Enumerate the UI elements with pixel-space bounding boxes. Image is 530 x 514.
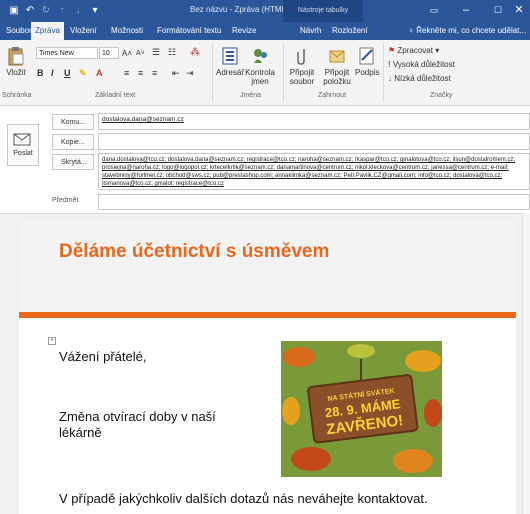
tab-design[interactable]: Návrh [296,22,325,40]
bcc-field[interactable]: dana.dostalova@tco.cz; dostalova.dana@se… [98,153,530,190]
check-names-button[interactable]: Kontrola jmen [245,46,275,86]
tell-me-search[interactable]: ♀ Řekněte mi, co chcete udělat... [408,22,526,40]
paste-button[interactable]: Vložit [2,46,30,77]
table-move-handle[interactable]: + [48,337,56,345]
tab-insert[interactable]: Vložení [66,22,101,40]
attach-item-button[interactable]: Připojit položku [320,46,354,86]
flag-icon: ⚑ [388,46,398,55]
signature-button[interactable]: Podpis [355,46,379,77]
down-arrow-icon[interactable]: ↓ [72,4,84,18]
group-divider [212,44,213,102]
group-divider [283,44,284,102]
table-tools-context: Nástroje tabulky [283,0,363,22]
change-hours-text: Změna otvírací doby v naší lékárně [59,409,216,440]
paperclip-icon [297,49,305,65]
ribbon-tabs: Soubor Zpráva Vložení Možnosti Formátová… [0,22,530,40]
message-body[interactable]: Děláme účetnictví s úsměvem + Vážení přá… [0,213,530,514]
closed-holiday-image: NA STÁTNÍ SVÁTEK 28. 9. MÁME ZAVŘENO! [281,341,442,477]
minimize-button[interactable]: – [450,0,482,22]
send-button[interactable]: Poslat [7,124,39,166]
newsletter-headline: Děláme účetnictví s úsměvem [59,241,330,262]
align-left-icon[interactable]: ≡ [124,68,129,78]
customize-qat-icon[interactable]: ▾ [90,4,100,18]
tab-format-text[interactable]: Formátování textu [153,22,225,40]
address-book-button[interactable]: Adresář [215,46,245,77]
bcc-button[interactable]: Skrytá... [52,154,94,170]
close-button[interactable]: ✕ [508,0,530,22]
send-envelope-icon [13,133,31,146]
group-label-include: Zahrnout [318,92,347,99]
cc-field[interactable] [98,133,530,150]
undo-icon[interactable]: ↶ [24,4,36,18]
bold-button[interactable]: B [37,68,44,78]
align-right-icon[interactable]: ≡ [152,68,157,78]
tab-review[interactable]: Revize [228,22,260,40]
tab-layout[interactable]: Rozložení [328,22,372,40]
tab-message[interactable]: Zpráva [31,22,64,40]
contact-text: V případě jakýchkoliv dalších dotazů nás… [59,491,428,506]
clear-format-icon[interactable]: ⁂ [190,48,200,58]
font-name-select[interactable]: Times New [36,47,98,59]
group-label-basic-text: Základní text [95,92,136,99]
accent-stripe [19,312,516,318]
redo-icon[interactable]: ↻ [40,4,52,18]
font-size-select[interactable]: 10 [99,47,119,59]
bullets-icon[interactable]: ☰ [152,48,160,57]
attach-file-button[interactable]: Připojit soubor [286,46,318,86]
high-importance-button[interactable]: ! Vysoká důležitost [388,60,455,69]
subject-input[interactable] [98,194,530,210]
address-book-icon [222,47,238,65]
to-field[interactable]: dostalova.dana@seznam.cz [98,113,530,130]
grow-font-icon[interactable]: A˄ [122,49,132,58]
low-importance-button[interactable]: ↓ Nízká důležitost [388,74,451,83]
save-icon[interactable]: ▣ [8,4,20,18]
check-names-icon [254,49,267,63]
body-scrollbar[interactable] [522,213,530,514]
tab-options[interactable]: Možnosti [107,22,147,40]
underline-button[interactable]: U [64,68,71,78]
newsletter-header: Děláme účetnictví s úsměvem [19,220,516,315]
title-bar: ▣ ↶ ↻ ↑ ↓ ▾ Bez názvu - Zpráva (HTML) Ná… [0,0,530,22]
group-label-names: Jména [240,92,262,99]
to-button[interactable]: Komu... [52,114,94,130]
increase-indent-icon[interactable]: ⇥ [186,68,194,79]
group-divider [383,44,384,102]
lightbulb-icon: ♀ [408,26,417,35]
highlight-icon[interactable]: ✎ [79,68,87,79]
message-header: Poslat Komu... dostalova.dana@seznam.cz … [0,107,530,213]
font-color-icon[interactable]: A [96,68,103,78]
signature-icon [359,47,374,65]
clipboard-icon [8,47,24,66]
numbering-icon[interactable]: ☷ [168,48,176,57]
cc-button[interactable]: Kopie... [52,134,94,150]
follow-up-button[interactable]: ⚑ Zpracovat ▾ [388,46,439,55]
ribbon: Vložit Times New 10 A˄ A˅ ☰ ☷ ⁂ B I U ✎ … [0,40,530,106]
greeting-text: Vážení přátelé, [59,349,147,364]
align-center-icon[interactable]: ≡ [138,68,143,78]
italic-button[interactable]: I [51,68,54,78]
subject-label: Předmět [52,197,79,204]
up-arrow-icon[interactable]: ↑ [56,4,68,18]
envelope-attach-icon [329,50,345,63]
window-title: Bez názvu - Zpráva (HTML) [190,5,289,14]
shrink-font-icon[interactable]: A˅ [136,49,145,58]
ribbon-display-icon[interactable]: ▭ [418,0,450,22]
decrease-indent-icon[interactable]: ⇤ [172,68,180,79]
group-label-clipboard: Schránka [2,92,32,99]
group-label-tags: Značky [430,92,453,99]
body-page[interactable]: Děláme účetnictví s úsměvem + Vážení přá… [19,220,516,514]
